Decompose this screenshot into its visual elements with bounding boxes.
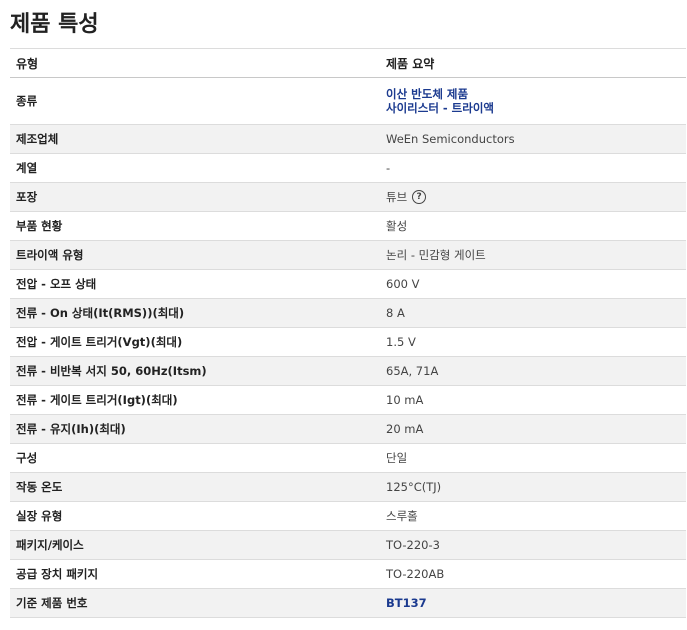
table-row: 전류 - 비반복 서지 50, 60Hz(Itsm) 65A, 71A [10, 356, 686, 386]
attribute-value: 튜브? [380, 182, 686, 212]
attribute-name: 전압 - 게이트 트리거(Vgt)(최대) [10, 327, 380, 357]
value-link[interactable]: 사이리스터 - 트라이액 [386, 101, 680, 115]
value-text: 20 mA [386, 422, 424, 436]
table-row: 전압 - 게이트 트리거(Vgt)(최대) 1.5 V [10, 327, 686, 357]
attribute-name: 공급 장치 패키지 [10, 559, 380, 589]
attribute-name: 전류 - On 상태(It(RMS))(최대) [10, 298, 380, 328]
value-text: WeEn Semiconductors [386, 132, 515, 146]
attribute-name: 제조업체 [10, 124, 380, 154]
attribute-name: 전류 - 비반복 서지 50, 60Hz(Itsm) [10, 356, 380, 386]
value-text: 단일 [386, 451, 408, 465]
attribute-value: 8 A [380, 298, 686, 328]
value-text: 65A, 71A [386, 364, 439, 378]
attribute-value: 스루홀 [380, 501, 686, 531]
attribute-name: 포장 [10, 182, 380, 212]
value-text: TO-220-3 [386, 538, 440, 552]
value-text: TO-220AB [386, 567, 445, 581]
attribute-name: 전압 - 오프 상태 [10, 269, 380, 299]
value-link[interactable]: 이산 반도체 제품 [386, 87, 680, 101]
attribute-name: 전류 - 게이트 트리거(Igt)(최대) [10, 385, 380, 415]
table-row: 전압 - 오프 상태 600 V [10, 269, 686, 299]
attribute-value: 65A, 71A [380, 356, 686, 386]
attribute-name: 트라이액 유형 [10, 240, 380, 270]
page-title: 제품 특성 [10, 12, 99, 37]
attribute-name: 구성 [10, 443, 380, 473]
value-text: 스루홀 [386, 509, 418, 523]
attributes-table: 유형 제품 요약 종류 이산 반도체 제품 사이리스터 - 트라이액 제조업체 WeEn… [10, 48, 686, 618]
table-row: 전류 - 유지(Ih)(최대) 20 mA [10, 414, 686, 444]
table-row: 계열 - [10, 153, 686, 183]
attribute-name: 작동 온도 [10, 472, 380, 502]
attribute-value: 125°C(TJ) [380, 472, 686, 502]
value-text: 600 V [386, 277, 420, 291]
question-circle-icon[interactable]: ? [412, 189, 427, 204]
table-row: 전류 - On 상태(It(RMS))(최대) 8 A [10, 298, 686, 328]
table-row: 구성 단일 [10, 443, 686, 473]
attribute-name: 종류 [10, 77, 380, 125]
value-link[interactable]: BT137 [386, 596, 427, 610]
table-row: 패키지/케이스 TO-220-3 [10, 530, 686, 560]
attribute-value: 단일 [380, 443, 686, 473]
attribute-value: 20 mA [380, 414, 686, 444]
table-row: 부품 현황 활성 [10, 211, 686, 241]
attribute-name: 전류 - 유지(Ih)(최대) [10, 414, 380, 444]
attribute-value: BT137 [380, 588, 686, 618]
value-text: - [386, 161, 391, 175]
table-row: 공급 장치 패키지 TO-220AB [10, 559, 686, 589]
table-row: 기준 제품 번호 BT137 [10, 588, 686, 618]
table-header-row: 유형 제품 요약 [10, 48, 686, 78]
attribute-value: - [380, 153, 686, 183]
value-text: 125°C(TJ) [386, 480, 442, 494]
table-row: 실장 유형 스루홀 [10, 501, 686, 531]
table-row: 종류 이산 반도체 제품 사이리스터 - 트라이액 [10, 77, 686, 125]
attribute-value: 600 V [380, 269, 686, 299]
value-text: 8 A [386, 306, 405, 320]
attribute-value: TO-220-3 [380, 530, 686, 560]
column-header-summary: 제품 요약 [380, 48, 686, 78]
attribute-value: 1.5 V [380, 327, 686, 357]
value-text: 튜브 [386, 190, 408, 204]
value-text: 활성 [386, 219, 408, 233]
attribute-value: 10 mA [380, 385, 686, 415]
table-row: 제조업체 WeEn Semiconductors [10, 124, 686, 154]
table-row: 작동 온도 125°C(TJ) [10, 472, 686, 502]
attribute-name: 기준 제품 번호 [10, 588, 380, 618]
table-row: 포장 튜브? [10, 182, 686, 212]
attribute-value: TO-220AB [380, 559, 686, 589]
attribute-name: 부품 현황 [10, 211, 380, 241]
attribute-name: 패키지/케이스 [10, 530, 380, 560]
table-body: 종류 이산 반도체 제품 사이리스터 - 트라이액 제조업체 WeEn Semicond… [10, 77, 686, 618]
column-header-type: 유형 [10, 48, 380, 78]
value-text: 10 mA [386, 393, 424, 407]
attribute-value: WeEn Semiconductors [380, 124, 686, 154]
value-text: 1.5 V [386, 335, 416, 349]
attribute-value: 논리 - 민감형 게이트 [380, 240, 686, 270]
value-text: 논리 - 민감형 게이트 [386, 248, 486, 262]
attribute-name: 실장 유형 [10, 501, 380, 531]
attribute-value: 활성 [380, 211, 686, 241]
table-row: 트라이액 유형 논리 - 민감형 게이트 [10, 240, 686, 270]
table-row: 전류 - 게이트 트리거(Igt)(최대) 10 mA [10, 385, 686, 415]
product-attributes-panel: 제품 특성 유형 제품 요약 종류 이산 반도체 제품 사이리스터 - 트라이액 제조… [0, 0, 687, 630]
attribute-value: 이산 반도체 제품 사이리스터 - 트라이액 [380, 77, 686, 125]
attribute-name: 계열 [10, 153, 380, 183]
